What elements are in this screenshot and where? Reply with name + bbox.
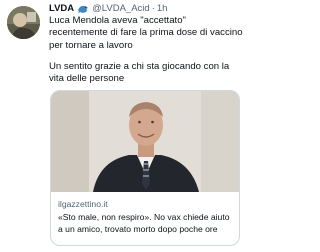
avatar[interactable] xyxy=(7,6,40,39)
tweet-text: Luca Mendola aveva "accettato" recenteme… xyxy=(49,15,245,94)
timestamp[interactable]: 1h xyxy=(157,2,168,16)
tweet[interactable]: LVDA @LVDA_Acid · 1h Luca Mendola aveva … xyxy=(0,0,250,252)
tweet-paragraph-2: Un sentito grazie a chi sta giocando con… xyxy=(49,60,230,85)
separator-dot: · xyxy=(151,3,155,14)
link-preview-card[interactable]: ilgazzettino.it «Sto male, non respiro».… xyxy=(50,90,240,246)
card-title[interactable]: «Sto male, non respiro». No vax chiede a… xyxy=(58,212,236,235)
card-image[interactable] xyxy=(51,91,239,192)
tweet-paragraph-1: Luca Mendola aveva "accettato" recenteme… xyxy=(49,15,243,51)
user-handle[interactable]: @LVDA_Acid xyxy=(92,2,150,16)
display-name[interactable]: LVDA xyxy=(49,2,74,16)
card-domain: ilgazzettino.it xyxy=(58,199,108,209)
dolphin-icon xyxy=(77,4,89,14)
tweet-header: LVDA @LVDA_Acid · 1h xyxy=(49,2,246,16)
